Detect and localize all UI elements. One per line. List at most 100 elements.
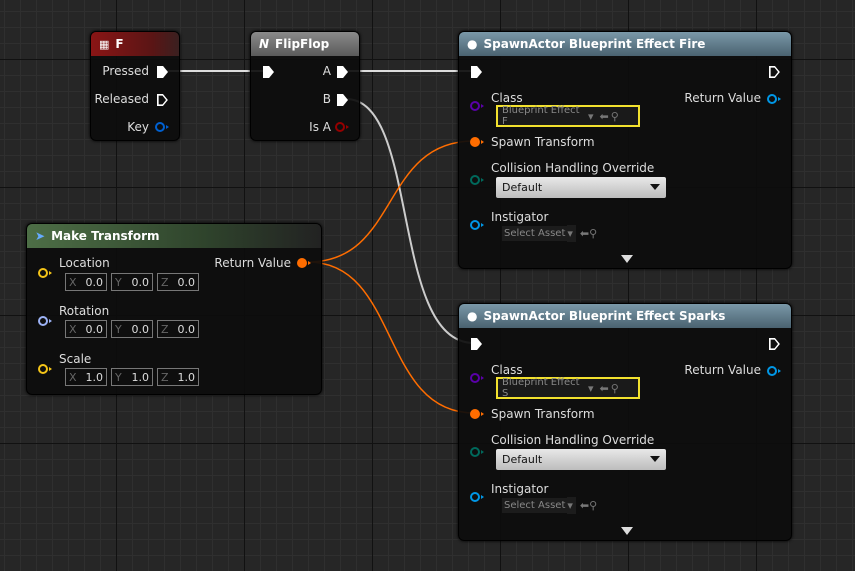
node-title: F — [115, 37, 124, 51]
use-selected-arrow-icon[interactable]: ⬅ — [580, 227, 589, 240]
instigator-value: Select Asset — [502, 225, 568, 241]
collision-handling-dropdown[interactable]: Default — [496, 449, 666, 470]
pin-label-return-value: Return Value — [684, 363, 761, 377]
scale-x-field[interactable]: X 1.0 — [65, 368, 107, 386]
make-transform-node[interactable]: ➤ Make Transform Return Value Location X… — [26, 223, 322, 395]
dropdown-arrow-icon: ▾ — [567, 496, 576, 514]
pin-label-b: B — [322, 92, 331, 106]
browse-search-icon[interactable]: ⚲ — [589, 227, 597, 240]
flipflop-icon: N — [259, 37, 270, 51]
class-value: Blueprint Effect S — [502, 377, 580, 399]
label-class: Class — [491, 91, 523, 105]
exec-out[interactable] — [769, 66, 780, 78]
spawn-actor-icon: ● — [467, 309, 478, 323]
expand-advanced-icon[interactable] — [621, 255, 633, 263]
node-header[interactable]: ➤ Make Transform — [27, 224, 321, 248]
pin-instigator[interactable] — [470, 492, 484, 502]
label-instigator: Instigator — [491, 210, 549, 224]
rotation-fields: X 0.0 Y 0.0 Z 0.0 — [65, 320, 199, 338]
pin-return-value[interactable] — [767, 366, 781, 376]
exec-in[interactable] — [471, 66, 482, 78]
label-spawn-transform: Spawn Transform — [491, 135, 595, 149]
pin-key[interactable] — [155, 122, 169, 132]
class-picker[interactable]: Blueprint Effect F ▾ ⬅ ⚲ — [496, 105, 640, 127]
expand-advanced-icon[interactable] — [621, 527, 633, 535]
pin-class[interactable] — [470, 101, 484, 111]
browse-search-icon[interactable]: ⚲ — [611, 110, 619, 123]
pin-instigator[interactable] — [470, 220, 484, 230]
browse-search-icon[interactable]: ⚲ — [611, 382, 619, 395]
label-location: Location — [59, 256, 110, 270]
keyboard-icon: ▦ — [99, 37, 110, 51]
rotation-x-field[interactable]: X 0.0 — [65, 320, 107, 338]
location-x-field[interactable]: X 0.0 — [65, 273, 107, 291]
instigator-picker[interactable]: Select Asset ▾ ⬅ ⚲ — [498, 223, 618, 243]
wire-b-to-spawn-sparks — [345, 98, 475, 344]
use-selected-arrow-icon[interactable]: ⬅ — [600, 110, 609, 123]
dropdown-arrow-icon: ▾ — [588, 381, 594, 395]
flipflop-node[interactable]: N FlipFlop A B Is A — [250, 31, 360, 141]
spawn-actor-icon: ● — [467, 37, 478, 51]
pin-is-a[interactable] — [335, 122, 349, 132]
pin-label-a: A — [322, 64, 331, 78]
pin-label-pressed: Pressed — [102, 64, 149, 78]
browse-search-icon[interactable]: ⚲ — [589, 499, 597, 512]
class-picker[interactable]: Blueprint Effect S ▾ ⬅ ⚲ — [496, 377, 640, 399]
pin-scale[interactable] — [38, 364, 52, 374]
instigator-value: Select Asset — [502, 497, 568, 513]
spawn-actor-sparks-node[interactable]: ● SpawnActor Blueprint Effect Sparks Cla… — [458, 303, 792, 541]
dropdown-arrow-icon: ▾ — [567, 224, 576, 242]
exec-out[interactable] — [769, 338, 780, 350]
collision-handling-dropdown[interactable]: Default — [496, 177, 666, 198]
use-selected-arrow-icon[interactable]: ⬅ — [580, 499, 589, 512]
pin-collision-handling[interactable] — [470, 175, 484, 185]
node-title: SpawnActor Blueprint Effect Sparks — [483, 309, 726, 323]
wire-transform-to-fire — [307, 140, 475, 263]
pin-label-return-value: Return Value — [684, 91, 761, 105]
key-event-node-f[interactable]: ▦ F Pressed Released Key — [90, 31, 180, 141]
label-class: Class — [491, 363, 523, 377]
rotation-y-field[interactable]: Y 0.0 — [111, 320, 153, 338]
pin-return-value[interactable] — [297, 258, 311, 268]
node-title: SpawnActor Blueprint Effect Fire — [483, 37, 706, 51]
location-y-field[interactable]: Y 0.0 — [111, 273, 153, 291]
chevron-down-icon — [650, 184, 660, 190]
pin-class[interactable] — [470, 373, 484, 383]
pin-spawn-transform[interactable] — [470, 137, 484, 147]
rotation-z-field[interactable]: Z 0.0 — [157, 320, 199, 338]
location-z-field[interactable]: Z 0.0 — [157, 273, 199, 291]
collision-value: Default — [502, 181, 543, 194]
pin-rotation[interactable] — [38, 316, 52, 326]
chevron-down-icon — [650, 456, 660, 462]
pin-label-is-a: Is A — [309, 120, 331, 134]
pin-label-return-value: Return Value — [214, 256, 291, 270]
scale-z-field[interactable]: Z 1.0 — [157, 368, 199, 386]
node-header[interactable]: ▦ F — [91, 32, 179, 56]
pin-location[interactable] — [38, 268, 52, 278]
pin-collision-handling[interactable] — [470, 447, 484, 457]
exec-out-released[interactable] — [157, 94, 168, 106]
exec-in[interactable] — [471, 338, 482, 350]
instigator-picker[interactable]: Select Asset ▾ ⬅ ⚲ — [498, 495, 618, 515]
label-instigator: Instigator — [491, 482, 549, 496]
label-collision-handling: Collision Handling Override — [491, 433, 655, 447]
exec-out-a[interactable] — [337, 66, 348, 78]
node-header[interactable]: ● SpawnActor Blueprint Effect Sparks — [459, 304, 791, 328]
pin-return-value[interactable] — [767, 94, 781, 104]
spawn-actor-fire-node[interactable]: ● SpawnActor Blueprint Effect Fire Class… — [458, 31, 792, 269]
exec-out-pressed[interactable] — [157, 66, 168, 78]
label-rotation: Rotation — [59, 304, 110, 318]
pin-label-key: Key — [127, 120, 149, 134]
pin-spawn-transform[interactable] — [470, 409, 484, 419]
scale-y-field[interactable]: Y 1.0 — [111, 368, 153, 386]
wire-transform-to-sparks — [307, 261, 475, 414]
node-title: Make Transform — [51, 229, 160, 243]
label-collision-handling: Collision Handling Override — [491, 161, 655, 175]
exec-in[interactable] — [263, 66, 274, 78]
node-header[interactable]: N FlipFlop — [251, 32, 359, 56]
use-selected-arrow-icon[interactable]: ⬅ — [600, 382, 609, 395]
node-title: FlipFlop — [275, 37, 330, 51]
dropdown-arrow-icon: ▾ — [588, 109, 594, 123]
exec-out-b[interactable] — [337, 94, 348, 106]
node-header[interactable]: ● SpawnActor Blueprint Effect Fire — [459, 32, 791, 56]
